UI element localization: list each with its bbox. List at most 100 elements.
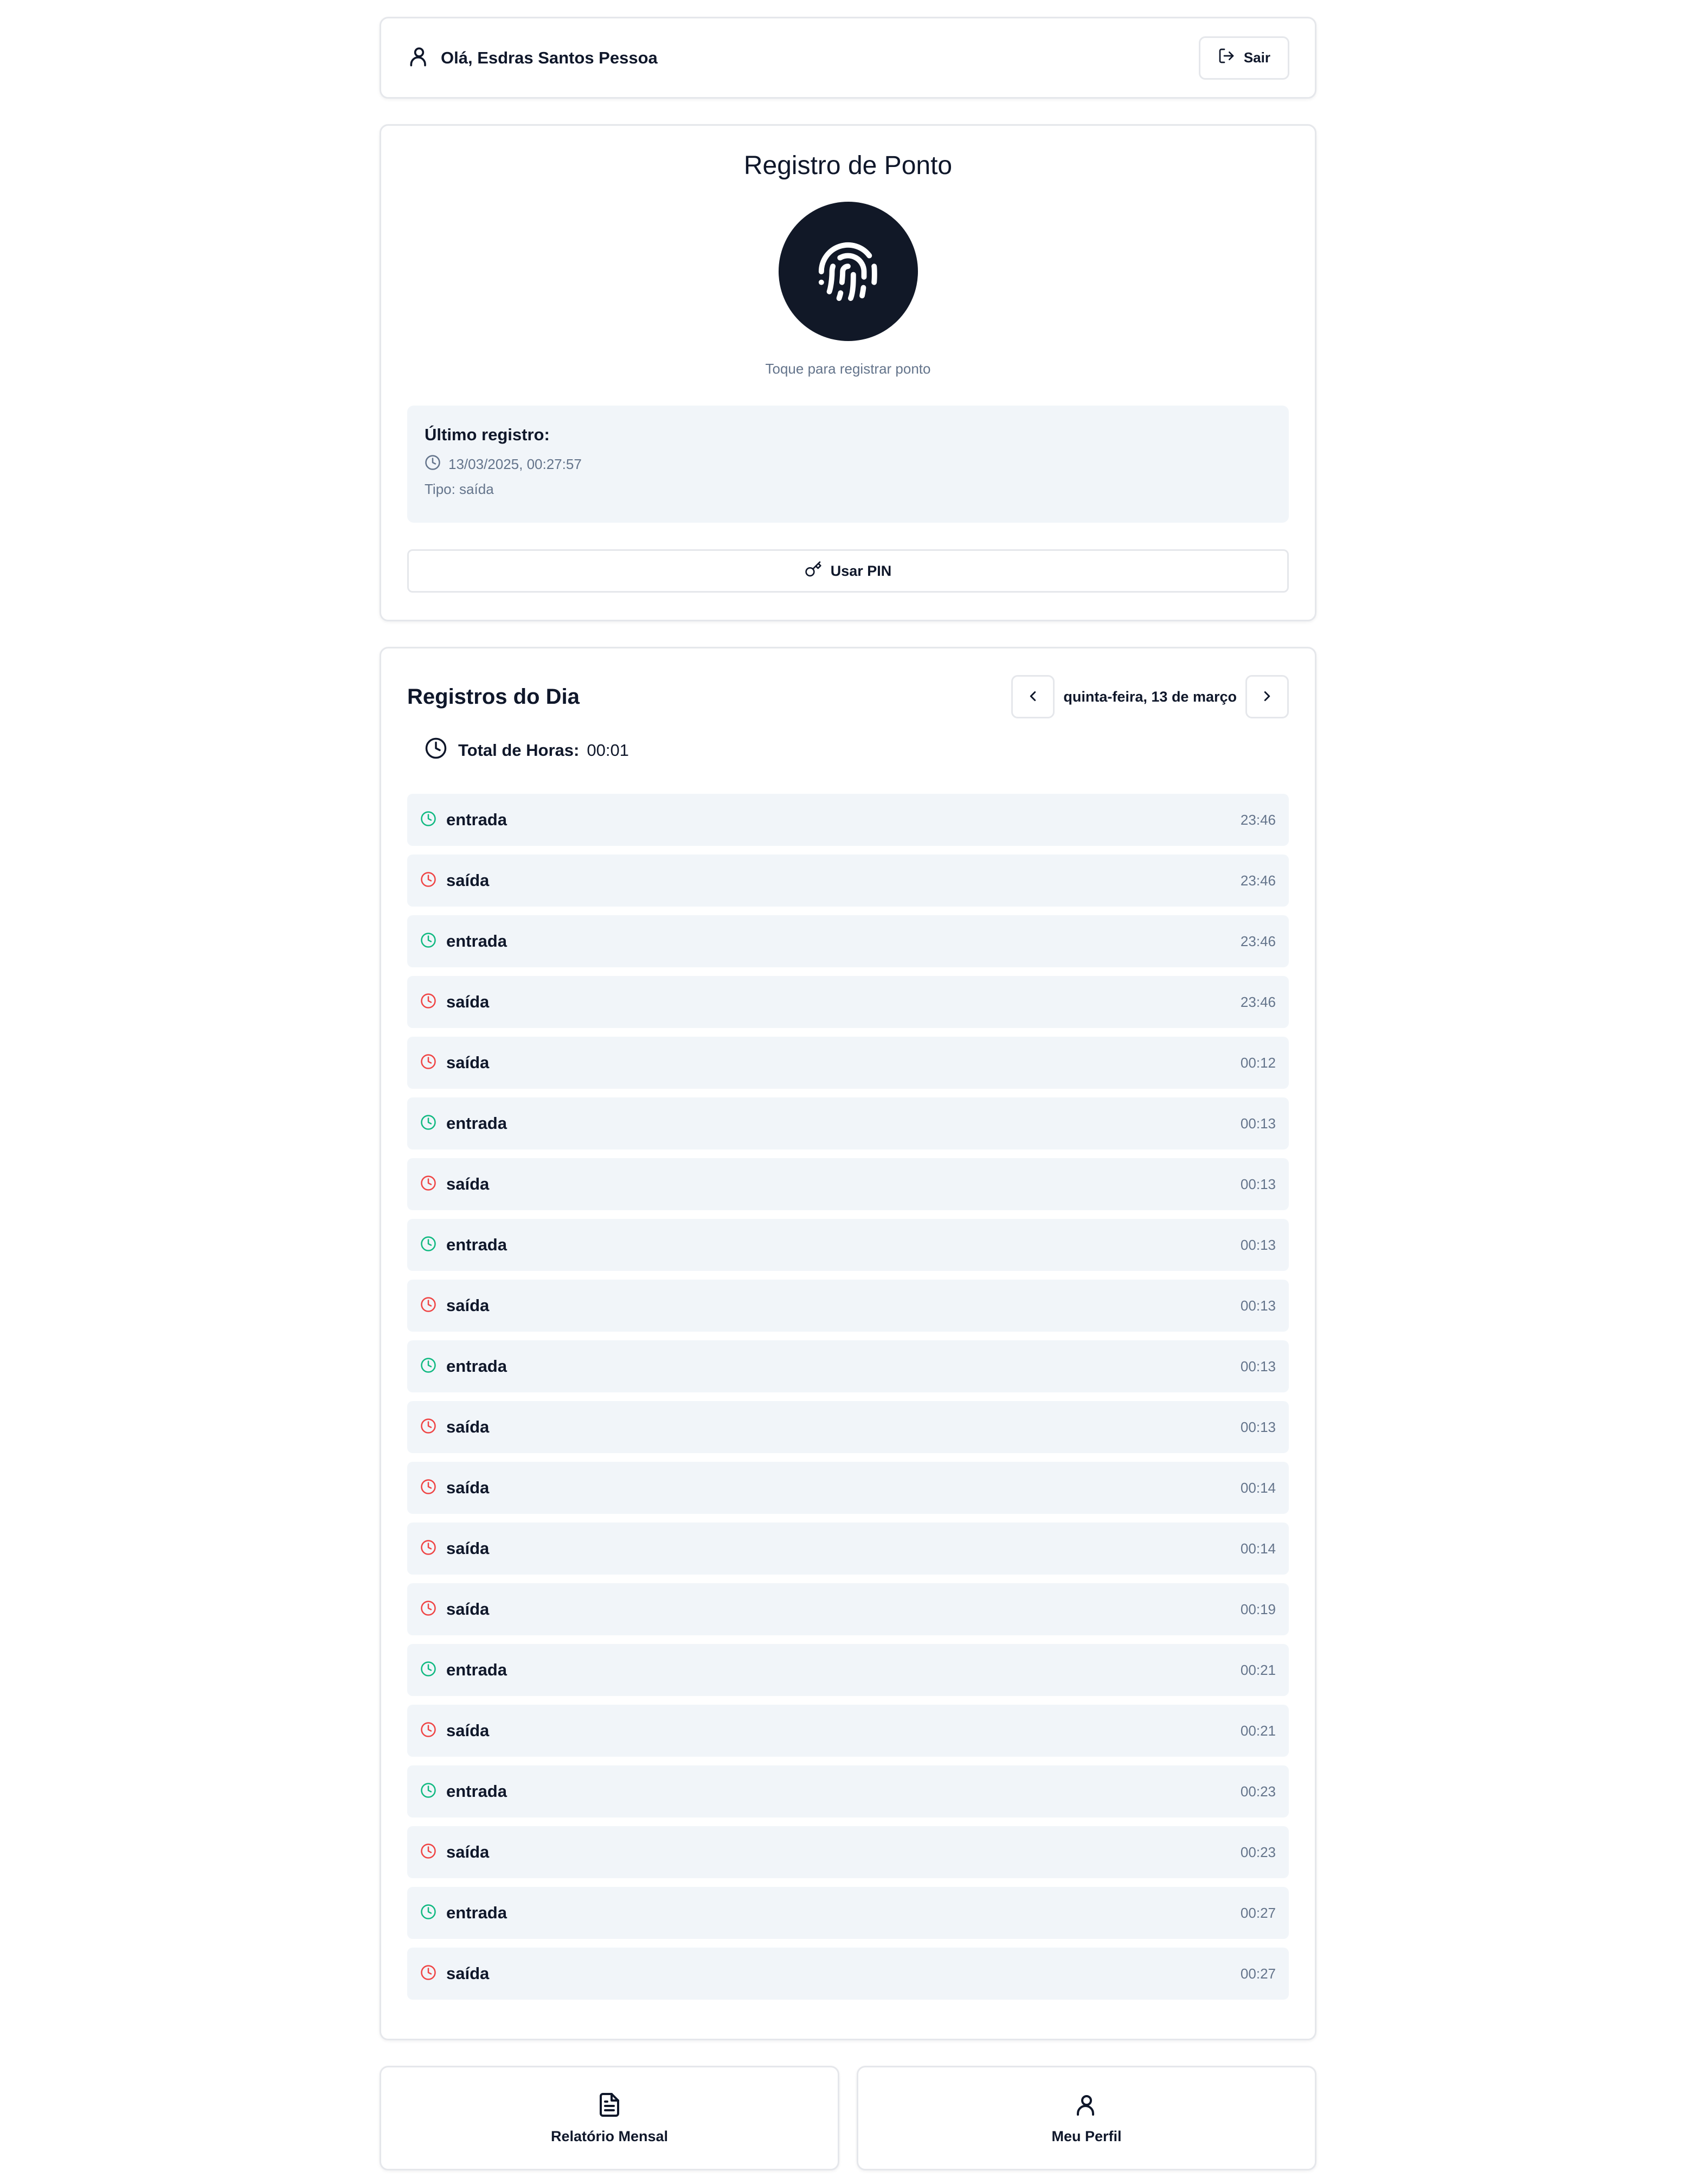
clock-icon: [420, 1964, 436, 1983]
file-text-icon: [596, 2092, 622, 2121]
clock-icon: [425, 454, 441, 474]
date-navigator: quinta-feira, 13 de março: [1011, 675, 1289, 718]
record-row-left: saída: [420, 871, 489, 890]
day-records-header: Registros do Dia quinta-feira, 13 de mar…: [407, 675, 1289, 719]
header-user: Olá, Esdras Santos Pessoa: [407, 44, 658, 71]
record-time: 00:13: [1240, 1358, 1276, 1374]
record-time: 23:46: [1240, 933, 1276, 949]
record-type: entrada: [446, 1235, 507, 1254]
record-row-left: entrada: [420, 932, 507, 951]
record-time: 00:23: [1240, 1843, 1276, 1860]
record-row-left: entrada: [420, 810, 507, 830]
record-time: 00:13: [1240, 1175, 1276, 1192]
record-type: saída: [446, 1174, 490, 1193]
record-row-left: saída: [420, 1600, 489, 1619]
my-profile-button[interactable]: Meu Perfil: [857, 2066, 1316, 2170]
record-row: saída 00:12: [407, 1037, 1289, 1089]
clock-icon: [420, 1479, 436, 1498]
record-time: 00:23: [1240, 1783, 1276, 1800]
record-row: saída 00:21: [407, 1705, 1289, 1757]
clock-icon: [420, 1236, 436, 1255]
monthly-report-button[interactable]: Relatório Mensal: [380, 2066, 839, 2170]
record-row-left: saída: [420, 1539, 489, 1558]
clock-icon: [420, 1539, 436, 1558]
clock-icon: [420, 932, 436, 951]
record-row: entrada 00:27: [407, 1887, 1289, 1939]
record-row-left: saída: [420, 1053, 489, 1072]
record-time: 23:46: [1240, 872, 1276, 889]
record-type: saída: [446, 1478, 490, 1497]
record-time: 00:27: [1240, 1965, 1276, 1982]
user-icon: [407, 44, 431, 71]
record-time: 00:12: [1240, 1054, 1276, 1071]
record-row: saída 00:13: [407, 1401, 1289, 1453]
record-row: saída 00:27: [407, 1948, 1289, 2000]
record-time: 00:27: [1240, 1904, 1276, 1921]
clock-icon: [420, 1904, 436, 1923]
record-time: 00:14: [1240, 1540, 1276, 1557]
chevron-right-icon: [1259, 688, 1275, 706]
clock-icon: [420, 1114, 436, 1133]
record-row: saída 00:13: [407, 1158, 1289, 1210]
record-type: entrada: [446, 810, 507, 829]
record-time: 00:21: [1240, 1722, 1276, 1739]
greeting-text: Olá, Esdras Santos Pessoa: [441, 48, 658, 67]
record-type: saída: [446, 1417, 490, 1436]
record-type: saída: [446, 1842, 490, 1861]
last-record-datetime-row: 13/03/2025, 00:27:57: [425, 454, 1271, 474]
record-row-left: entrada: [420, 1782, 507, 1801]
record-time: 00:14: [1240, 1479, 1276, 1496]
clock-icon: [420, 1600, 436, 1619]
record-type: saída: [446, 1964, 490, 1983]
record-row: saída 23:46: [407, 855, 1289, 907]
record-row: entrada 00:13: [407, 1340, 1289, 1392]
record-time: 00:13: [1240, 1115, 1276, 1132]
record-type: saída: [446, 1053, 490, 1072]
clock-icon: [420, 1843, 436, 1862]
clock-icon: [420, 1721, 436, 1740]
record-row: entrada 23:46: [407, 915, 1289, 967]
day-records-card: Registros do Dia quinta-feira, 13 de mar…: [380, 647, 1316, 2040]
record-row: entrada 00:13: [407, 1097, 1289, 1149]
clock-icon: [420, 1357, 436, 1376]
bottom-nav: Relatório Mensal Meu Perfil: [380, 2066, 1316, 2170]
clock-icon: [420, 1175, 436, 1194]
record-row-left: saída: [420, 1296, 489, 1315]
clock-icon: [425, 737, 451, 764]
record-row-left: saída: [420, 1417, 489, 1437]
use-pin-label: Usar PIN: [830, 562, 892, 579]
clock-icon: [420, 871, 436, 890]
clock-icon: [420, 993, 436, 1012]
record-row-left: entrada: [420, 1114, 507, 1133]
record-time: 00:21: [1240, 1661, 1276, 1678]
record-type: saída: [446, 1296, 490, 1315]
clock-icon: [420, 1661, 436, 1680]
record-row: saída 00:13: [407, 1280, 1289, 1332]
previous-day-button[interactable]: [1011, 675, 1055, 718]
clock-icon: [420, 1782, 436, 1801]
my-profile-label: Meu Perfil: [1051, 2128, 1122, 2144]
record-type: saída: [446, 1721, 490, 1740]
record-type: saída: [446, 1600, 490, 1618]
next-day-button[interactable]: [1245, 675, 1289, 718]
record-type: entrada: [446, 932, 507, 950]
record-row: entrada 00:23: [407, 1765, 1289, 1817]
clock-icon: [420, 1418, 436, 1437]
record-row: entrada 00:13: [407, 1219, 1289, 1271]
registro-title: Registro de Ponto: [743, 151, 953, 180]
logout-button[interactable]: Sair: [1198, 36, 1289, 80]
record-row-left: entrada: [420, 1357, 507, 1376]
use-pin-button[interactable]: Usar PIN: [407, 549, 1289, 593]
last-record-datetime: 13/03/2025, 00:27:57: [448, 456, 582, 472]
total-hours: Total de Horas: 00:01: [407, 734, 1289, 767]
records-list: entrada 23:46 saída 23:46 entrada 23:46 saída 2…: [407, 794, 1289, 2000]
record-type: saída: [446, 871, 490, 890]
fingerprint-button[interactable]: [778, 202, 918, 341]
header-card: Olá, Esdras Santos Pessoa Sair: [380, 17, 1316, 99]
record-time: 00:13: [1240, 1418, 1276, 1435]
record-type: saída: [446, 992, 490, 1011]
record-time: 00:13: [1240, 1236, 1276, 1253]
record-row: saída 23:46: [407, 976, 1289, 1028]
current-date: quinta-feira, 13 de março: [1063, 688, 1237, 705]
record-time: 00:19: [1240, 1601, 1276, 1617]
